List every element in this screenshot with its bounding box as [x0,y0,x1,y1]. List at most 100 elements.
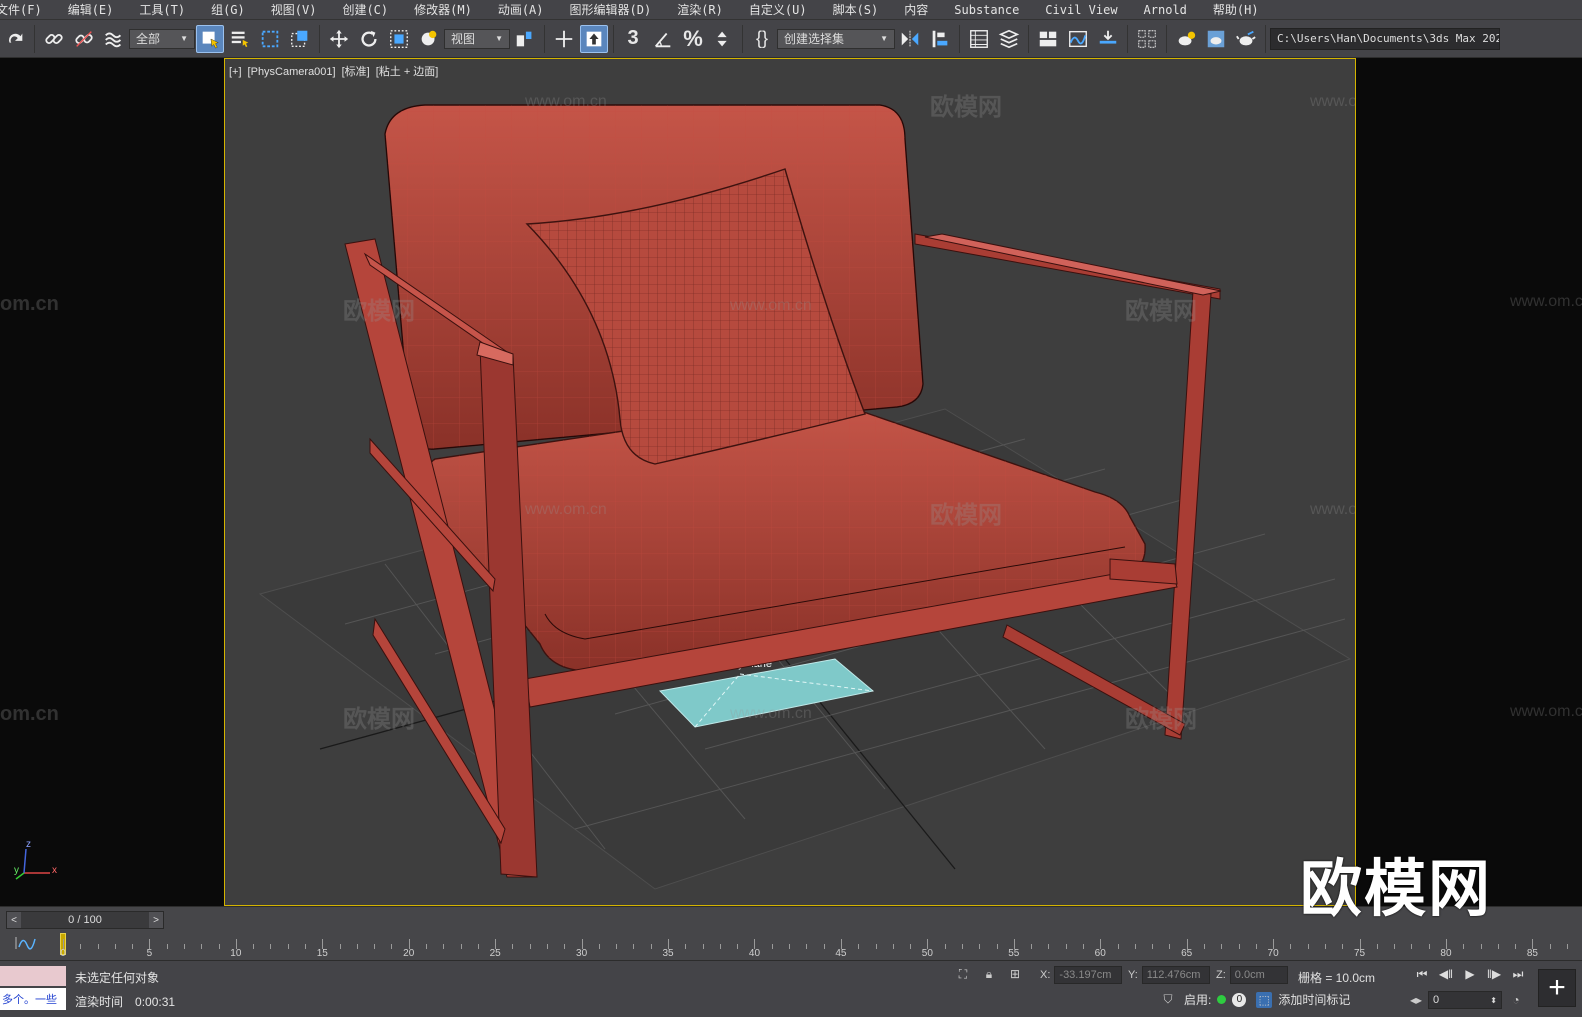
window-crossing-button[interactable] [286,25,314,53]
render-setup-button[interactable] [1172,25,1200,53]
maxscript-output[interactable]: 多个。一些 [0,988,66,1010]
absolute-mode-icon[interactable]: ⊞ [1007,966,1023,982]
select-by-name-button[interactable] [226,25,254,53]
menu-item[interactable]: Arnold [1131,0,1200,19]
reference-coordinate-dropdown[interactable]: 视图 ▼ [444,28,510,49]
menu-item[interactable]: Substance [941,0,1032,19]
menu-item[interactable]: Civil View [1032,0,1130,19]
edit-named-selection-button[interactable]: {} [748,25,776,53]
select-and-move-button[interactable] [325,25,353,53]
viewport-general-menu[interactable]: [+] [229,66,242,78]
add-viewport-button[interactable]: + [1538,969,1576,1007]
maxscript-macro-field[interactable] [0,966,66,986]
render-production-button[interactable] [1232,25,1260,53]
add-time-tag-button[interactable]: 添加时间标记 [1278,991,1350,1008]
isolate-selection-icon[interactable]: ⛶ [955,966,971,982]
go-to-end-icon[interactable]: ⏭ [1506,964,1530,984]
select-and-rotate-button[interactable] [355,25,383,53]
shield-icon[interactable]: ⛉ [1160,992,1176,1008]
viewport-camera-menu[interactable]: [PhysCamera001] [248,66,336,78]
angle-snap-button[interactable] [649,25,677,53]
ruler-tick [305,944,307,949]
curve-track-icon[interactable] [14,935,42,955]
keyboard-shortcut-override-button[interactable] [550,25,578,53]
snaps-toggle-button[interactable]: 3 [619,25,647,53]
snap-toggle-button[interactable] [580,24,608,53]
named-selection-dropdown[interactable]: 创建选择集 ▼ [777,28,895,49]
mirror-button[interactable] [896,25,924,53]
spinner-snap-button[interactable] [709,25,737,53]
lock-icon[interactable]: 🔒︎ [981,966,997,982]
y-coordinate-field[interactable]: 112.476cm [1141,966,1210,984]
select-object-button[interactable] [196,24,224,53]
select-and-place-button[interactable] [415,25,443,53]
window-crossing-icon [291,30,308,47]
watermark-url: om.cn [0,293,59,315]
menu-item[interactable]: 组(G) [198,0,258,19]
ruler-tick [1376,944,1378,949]
enable-count-badge[interactable]: 0 [1232,992,1247,1007]
scene-explorer-button[interactable] [965,25,993,53]
spinner-arrows-icon[interactable]: ⬍ [1490,996,1497,1005]
chevron-left-icon[interactable]: < [7,912,21,928]
pivot-point-center-button[interactable] [511,25,539,53]
layer-explorer-button[interactable] [995,25,1023,53]
x-coordinate-field[interactable]: -33.197cm [1054,966,1123,984]
move-icon [329,29,349,48]
selection-filter-dropdown[interactable]: 全部 ▼ [129,28,195,49]
named-selection-value: 创建选择集 [784,32,845,46]
time-ruler[interactable]: 0 5 10 15 20 25 30 35 40 45 50 55 60 65 70 75 80 85 [60,931,1574,959]
percent-snap-button[interactable]: % [679,25,707,53]
maxscript-listener[interactable]: 多个。一些 [0,966,66,1012]
play-icon[interactable]: ▶ [1458,964,1482,984]
viewport-display-menu[interactable]: [粘土 + 边面] [376,66,439,78]
redo-button[interactable] [1,25,29,53]
menu-item[interactable]: 创建(C) [329,0,401,19]
menu-item[interactable]: 内容 [891,0,941,19]
curve-editor-icon [1069,30,1087,47]
time-config-icon[interactable]: ◔ [1508,992,1524,1008]
z-coordinate: Z: 0.0cm [1216,966,1288,984]
ruler-label: 5 [146,948,153,959]
ribbon-toggle-button[interactable] [1034,25,1062,53]
menu-item[interactable]: 修改器(M) [401,0,485,19]
menu-item[interactable]: 脚本(S) [820,0,892,19]
select-and-link-button[interactable] [40,25,68,53]
menu-item[interactable]: 图形编辑器(D) [557,0,665,19]
curve-editor-button[interactable] [1064,25,1092,53]
menu-item[interactable]: 视图(V) [258,0,330,19]
viewport-label-menu[interactable]: [+] [PhysCamera001] [标准] [粘土 + 边面] [229,63,444,79]
schematic-view-button[interactable] [1094,25,1122,53]
menu-item[interactable]: 自定义(U) [736,0,820,19]
bind-to-space-warp-button[interactable] [100,25,128,53]
menu-item[interactable]: 文件(F) [0,0,55,19]
align-button[interactable] [926,25,954,53]
perspective-viewport[interactable]: [+] [PhysCamera001] [标准] [粘土 + 边面] www.o… [224,58,1356,906]
menu-item[interactable]: 编辑(E) [55,0,127,19]
menu-item[interactable]: 帮助(H) [1200,0,1272,19]
ruler-tick [1152,944,1154,949]
current-frame-spinner[interactable]: 0 ⬍ [1428,991,1502,1009]
menu-item[interactable]: 动画(A) [485,0,557,19]
rotate-icon [361,30,377,47]
rectangular-selection-button[interactable] [256,25,284,53]
time-slider[interactable]: < 0 / 100 > [6,911,164,929]
grid-size: 栅格 = 10.0cm [1298,971,1376,985]
axis-z-label: z [26,839,31,850]
chevron-right-icon[interactable]: > [148,912,163,928]
status-bar: 多个。一些 未选定任何对象 渲染时间 0:00:31 ⛶ 🔒︎ ⊞ X: -33.1… [0,960,1582,1017]
project-path-dropdown[interactable]: C:\Users\Han\Documents\3ds Max 2022▼ [1270,27,1500,50]
menu-item[interactable]: 渲染(R) [664,0,736,19]
z-coordinate-field[interactable]: 0.0cm [1229,966,1288,984]
menu-item[interactable]: 工具(T) [126,0,198,19]
rendered-frame-window-button[interactable] [1202,25,1230,53]
previous-frame-icon[interactable]: ◀‖ [1434,964,1458,984]
time-tag-icon[interactable]: ⬚ [1256,991,1273,1008]
material-editor-button[interactable] [1133,25,1161,53]
go-to-start-icon[interactable]: ⏮ [1410,964,1434,984]
viewport-shading-menu[interactable]: [标准] [342,66,370,78]
select-and-scale-button[interactable] [385,25,413,53]
unlink-selection-button[interactable] [70,25,98,53]
key-mode-icon[interactable]: ◂▸ [1408,992,1424,1008]
next-frame-icon[interactable]: ‖▶ [1482,964,1506,984]
